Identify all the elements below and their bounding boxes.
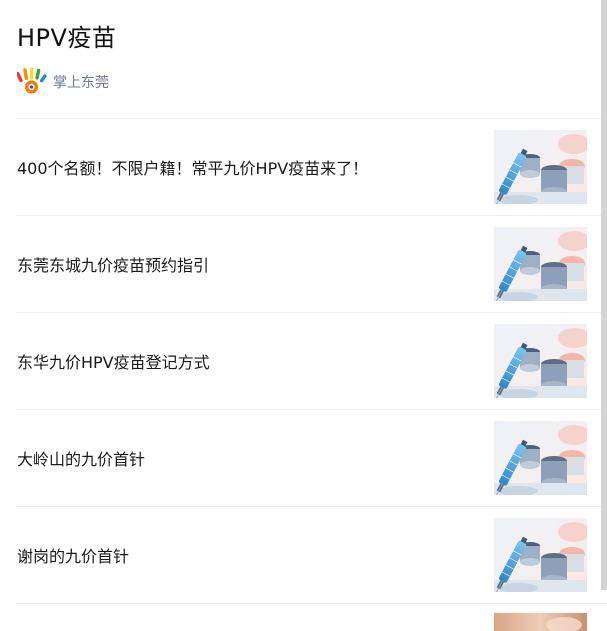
- next-article-thumbnail-partial[interactable]: [494, 613, 587, 631]
- vaccine-syringe-thumbnail: [494, 130, 587, 204]
- article-list-page: HPV疫苗 掌上东莞 400个名额！不限户籍！常平九价HPV疫苗来了！ 东莞东城…: [0, 0, 607, 631]
- article-title: 大岭山的九价首针: [17, 450, 146, 469]
- article-title: 东华九价HPV疫苗登记方式: [17, 353, 210, 372]
- vaccine-syringe-thumbnail: [494, 421, 587, 495]
- source-name: 掌上东莞: [53, 75, 109, 91]
- article-title: 东莞东城九价疫苗预约指引: [17, 256, 210, 275]
- article-title: 400个名额！不限户籍！常平九价HPV疫苗来了！: [17, 159, 369, 178]
- article-list: 400个名额！不限户籍！常平九价HPV疫苗来了！ 东莞东城九价疫苗预约指引 东华…: [16, 118, 607, 604]
- article-item-1[interactable]: 400个名额！不限户籍！常平九价HPV疫苗来了！: [16, 119, 607, 216]
- scrollbar[interactable]: [601, 0, 607, 590]
- article-item-3[interactable]: 东华九价HPV疫苗登记方式: [16, 313, 607, 410]
- vaccine-syringe-thumbnail: [494, 518, 587, 592]
- article-item-5[interactable]: 谢岗的九价首针: [16, 507, 607, 604]
- colorful-hand-icon: [17, 67, 47, 94]
- article-item-4[interactable]: 大岭山的九价首针: [16, 410, 607, 507]
- vaccine-syringe-thumbnail: [494, 227, 587, 301]
- article-item-2[interactable]: 东莞东城九价疫苗预约指引: [16, 216, 607, 313]
- page-title: HPV疫苗: [17, 24, 117, 52]
- source-account[interactable]: 掌上东莞: [17, 67, 109, 97]
- vaccine-syringe-thumbnail: [494, 324, 587, 398]
- article-title: 谢岗的九价首针: [17, 547, 130, 566]
